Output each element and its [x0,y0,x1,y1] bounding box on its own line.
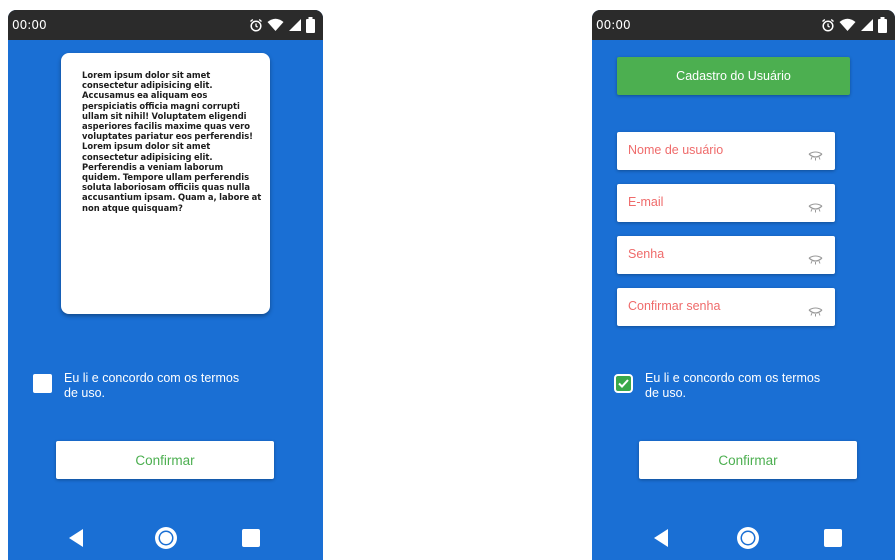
checkmark-icon [618,379,629,388]
username-field[interactable]: Nome de usuário [617,132,835,170]
email-field[interactable]: E-mail [617,184,835,222]
nav-bar [8,520,323,560]
wifi-icon [267,18,284,32]
eye-closed-icon[interactable] [808,302,823,321]
alarm-icon [821,18,835,32]
confirm-password-placeholder: Confirmar senha [628,299,721,313]
terms-card: Lorem ipsum dolor sit amet consectetur a… [61,53,270,314]
username-placeholder: Nome de usuário [628,143,724,157]
terms-checkbox-row[interactable]: Eu li e concordo com os termos de uso. [33,371,244,401]
eye-closed-icon[interactable] [808,146,823,165]
battery-icon [306,17,315,33]
nav-bar [592,520,895,560]
register-header-button[interactable]: Cadastro do Usuário [617,57,850,95]
wifi-icon [839,18,856,32]
confirm-password-field[interactable]: Confirmar senha [617,288,835,326]
back-icon[interactable] [67,528,85,552]
confirm-button[interactable]: Confirmar [639,441,857,479]
confirm-button[interactable]: Confirmar [56,441,274,479]
terms-checkbox-label: Eu li e concordo com os termos de uso. [645,371,821,400]
signal-icon [860,18,874,32]
battery-icon [878,17,887,33]
terms-checkbox[interactable] [33,374,52,393]
register-screen: 00:00 Cadastro do Usuário Nome de usuári… [592,10,895,560]
terms-text: Lorem ipsum dolor sit amet consectetur a… [82,70,262,213]
home-icon[interactable] [153,525,179,555]
signal-icon [288,18,302,32]
terms-checkbox-label: Eu li e concordo com os termos de uso. [64,371,240,400]
terms-checkbox-row[interactable]: Eu li e concordo com os termos de uso. [614,371,825,401]
eye-closed-icon[interactable] [808,198,823,217]
status-icons [821,16,887,34]
alarm-icon [249,18,263,32]
status-time: 00:00 [12,18,47,32]
status-bar: 00:00 [592,10,895,40]
status-icons [249,16,315,34]
back-icon[interactable] [652,528,670,552]
password-field[interactable]: Senha [617,236,835,274]
status-bar: 00:00 [8,10,323,40]
password-placeholder: Senha [628,247,665,261]
terms-screen: 00:00 Lorem ipsum dolor sit amet consect… [8,10,323,560]
email-placeholder: E-mail [628,195,664,209]
recents-icon[interactable] [241,528,261,552]
eye-closed-icon[interactable] [808,250,823,269]
recents-icon[interactable] [823,528,843,552]
home-icon[interactable] [735,525,761,555]
terms-checkbox-checked[interactable] [614,374,633,393]
status-time: 00:00 [596,18,631,32]
